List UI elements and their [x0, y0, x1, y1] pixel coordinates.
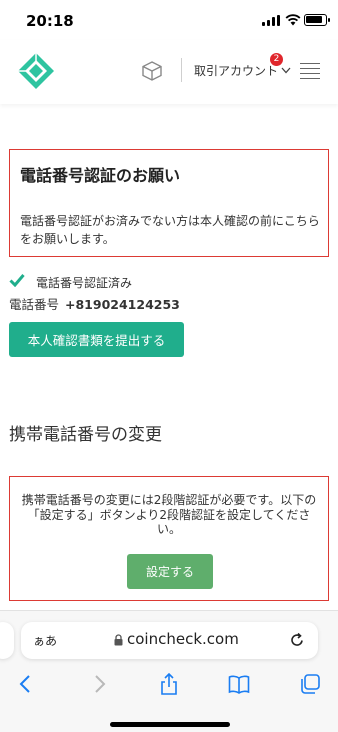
status-time: 20:18 — [26, 12, 74, 30]
cellular-signal-icon — [262, 15, 280, 26]
share-icon[interactable] — [158, 673, 180, 695]
notification-badge: 2 — [270, 53, 283, 66]
phone-number-value: +819024124253 — [65, 297, 180, 312]
verified-label: 電話番号認証済み — [36, 276, 133, 290]
bookmarks-icon[interactable] — [228, 673, 250, 695]
two-factor-notice: 携帯電話番号の変更には2段階認証が必要です。以下の「設定する」ボタンより2段階認… — [9, 476, 329, 601]
notice-body: 電話番号認証がお済みでない方は本人確認の前にこちらをお願いします。 — [20, 214, 320, 246]
browser-toolbar — [0, 669, 338, 699]
forward-icon[interactable] — [88, 673, 110, 695]
trading-account-menu[interactable]: 取引アカウント — [194, 62, 278, 79]
battery-icon — [304, 14, 330, 26]
reader-options-button[interactable]: ぁあ — [33, 632, 57, 649]
previous-tab-pill[interactable] — [0, 622, 14, 659]
reload-icon[interactable] — [289, 632, 305, 648]
coincheck-logo-icon[interactable] — [17, 52, 55, 90]
home-indicator — [110, 722, 230, 727]
back-icon[interactable] — [15, 673, 37, 695]
tabs-icon[interactable] — [299, 673, 321, 695]
setup-two-factor-button[interactable]: 設定する — [127, 554, 213, 589]
phone-change-heading: 携帯電話番号の変更 — [9, 425, 162, 445]
wifi-icon — [285, 14, 301, 26]
hamburger-menu-icon[interactable] — [300, 61, 320, 81]
address-bar[interactable]: ぁあ coincheck.com — [21, 622, 318, 659]
phone-number-label: 電話番号 — [9, 297, 60, 312]
browser-bar: ぁあ coincheck.com — [0, 610, 338, 732]
notice-title: 電話番号認証のお願い — [20, 166, 181, 185]
header-divider — [181, 58, 182, 82]
battery-level — [306, 16, 322, 23]
phone-verification-notice: 電話番号認証のお願い 電話番号認証がお済みでない方は本人確認の前にこちらをお願い… — [9, 149, 329, 257]
submit-id-documents-button[interactable]: 本人確認書類を提出する — [9, 322, 184, 357]
site-header: 取引アカウント 2 — [0, 40, 338, 104]
cube-icon[interactable] — [141, 60, 163, 82]
status-bar: 20:18 — [0, 0, 338, 40]
phone-number-row: 電話番号 +819024124253 — [9, 294, 180, 313]
check-icon — [9, 274, 25, 287]
lock-icon — [114, 634, 123, 646]
two-factor-notice-text: 携帯電話番号の変更には2段階認証が必要です。以下の「設定する」ボタンより2段階認… — [21, 493, 317, 536]
chevron-down-icon[interactable] — [281, 67, 291, 74]
url-text: coincheck.com — [127, 630, 239, 648]
